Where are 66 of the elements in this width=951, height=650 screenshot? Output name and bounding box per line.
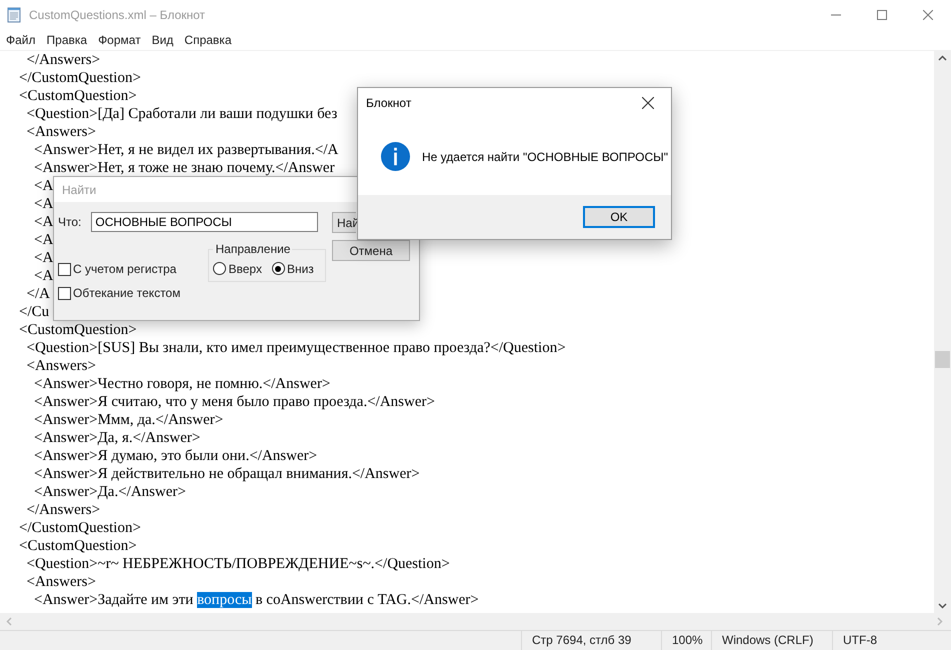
code-line: <A [33,177,54,195]
code-line: <Answer>Нет, я не видел их развертывания.</A [33,141,338,159]
menu-item[interactable]: Формат [94,33,148,47]
search-field[interactable]: ОСНОВНЫЕ ВОПРОСЫ [91,212,318,232]
code-line: <Answers> [26,123,96,141]
radio-option[interactable]: Вниз [272,262,314,276]
dialog-title: Найти [62,182,96,196]
cursor-position: Стр 7694, стлб 39 [521,631,661,650]
scrollbar-thumb[interactable] [935,351,950,368]
close-icon[interactable] [642,97,654,109]
checkbox[interactable] [58,262,71,276]
code-line: <A [33,267,54,285]
code-line: <A [33,231,54,249]
notepad-icon [6,7,22,23]
code-line: <Question>~r~ НЕБРЕЖНОСТЬ/ПОВРЕЖДЕНИЕ~s~.</Question> [26,555,450,573]
code-line: </CustomQuestion> [18,519,141,537]
code-line: <CustomQuestion> [18,87,137,105]
code-line: <CustomQuestion> [18,321,137,339]
code-line: <Answer>Ммм, да.</Answer> [33,411,224,429]
menu-item[interactable]: Файл [2,33,43,47]
code-line: <Answers> [26,357,96,375]
radio-option[interactable]: Вверх [213,262,262,276]
code-line: <Answer>Я думаю, это были они.</Answer> [33,447,318,465]
checkbox-option[interactable]: Обтекание текстом [58,286,180,300]
code-line: <Answer>Я считаю, что у меня было право проезда.</Answer> [33,393,435,411]
code-line: <Answer>Да, я.</Answer> [33,429,200,447]
code-line: <CustomQuestion> [18,537,137,555]
dialog-title: Блокнот [366,96,412,110]
checkbox[interactable] [58,286,71,300]
code-text: в coAnswerствии с TAG.</Answer> [254,592,479,608]
menu-item[interactable]: Вид [148,33,180,47]
window-title: CustomQuestions.xml – Блокнот [29,8,206,22]
direction-group: Направление Вверх Вниз [208,242,326,282]
menu-item[interactable]: Справка [180,33,238,47]
code-line: <Answers> [26,573,96,591]
code-line: <A [33,249,54,267]
code-line: </Answers> [26,51,100,69]
ok-button[interactable]: OK [583,206,655,228]
scroll-down-icon[interactable] [938,603,947,609]
code-line: <Answer>Нет, я тоже не знаю почему.</Answer [33,159,335,177]
code-line: <Answer>Честно говоря, не помню.</Answer> [33,375,330,393]
code-text: <Answer>Задайте им эти [33,592,194,608]
code-line: <Answer>Да.</Answer> [33,483,186,501]
code-line: <Answer>Я действительно не обращал внимания.</Answer> [33,465,420,483]
message-text: Не удается найти "ОСНОВНЫЕ ВОПРОСЫ" [422,150,668,164]
maximize-icon[interactable] [877,10,887,20]
scroll-up-icon[interactable] [938,55,947,61]
code-line: </Answers> [26,501,100,519]
line-endings: Windows (CRLF) [711,631,832,650]
code-line: </Cu [18,303,50,321]
info-icon [380,141,411,172]
find-label: Что: [58,215,82,229]
code-line: <Question>[Да] Сработали ли ваши подушки без [26,105,338,123]
radio-button[interactable] [272,262,285,275]
menu-item[interactable]: Правка [42,33,94,47]
radio-button[interactable] [213,262,226,275]
code-line: </CustomQuestion> [18,69,141,87]
code-line: </A [26,285,50,303]
cancel-button[interactable]: Отмена [332,240,410,261]
checkbox-option[interactable]: С учетом регистра [58,262,180,276]
selected-text: вопросы [197,592,252,608]
code-line: <A [33,213,54,231]
code-line: <A [33,195,54,213]
code-line: <Question>[SUS] Вы знали, кто имел преимущественное право проезда?</Question> [26,339,566,357]
zoom-level: 100% [661,631,711,650]
encoding: UTF-8 [832,631,933,650]
